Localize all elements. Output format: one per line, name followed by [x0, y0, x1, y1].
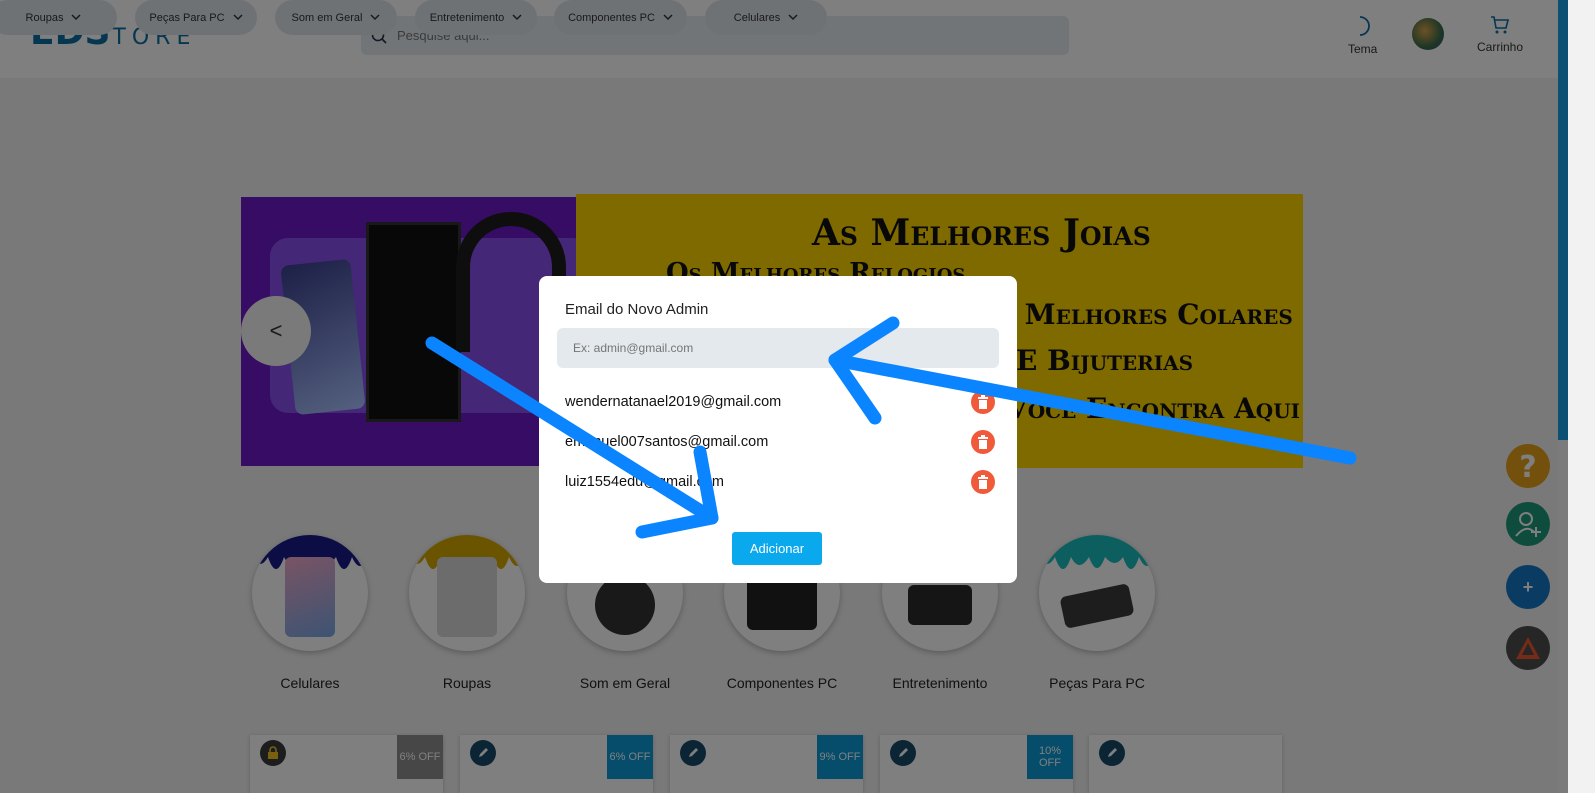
delete-admin-button[interactable]	[971, 390, 995, 414]
admin-list-item: luiz1554edu@gmail.com	[565, 469, 995, 495]
trash-icon	[978, 395, 988, 409]
admin-list-item: wendernatanael2019@gmail.com	[565, 389, 995, 415]
admin-email: emanuel007santos@gmail.com	[565, 434, 769, 450]
delete-admin-button[interactable]	[971, 430, 995, 454]
modal-title: Email do Novo Admin	[565, 301, 709, 318]
delete-admin-button[interactable]	[971, 470, 995, 494]
admin-email-input[interactable]	[557, 328, 999, 368]
admin-email: luiz1554edu@gmail.com	[565, 474, 724, 490]
admin-list-item: emanuel007santos@gmail.com	[565, 429, 995, 455]
add-admin-submit-button[interactable]: Adicionar	[732, 532, 822, 565]
admin-email: wendernatanael2019@gmail.com	[565, 394, 782, 410]
new-admin-modal: Email do Novo Admin wendernatanael2019@g…	[539, 276, 1017, 583]
trash-icon	[978, 435, 988, 449]
trash-icon	[978, 475, 988, 489]
